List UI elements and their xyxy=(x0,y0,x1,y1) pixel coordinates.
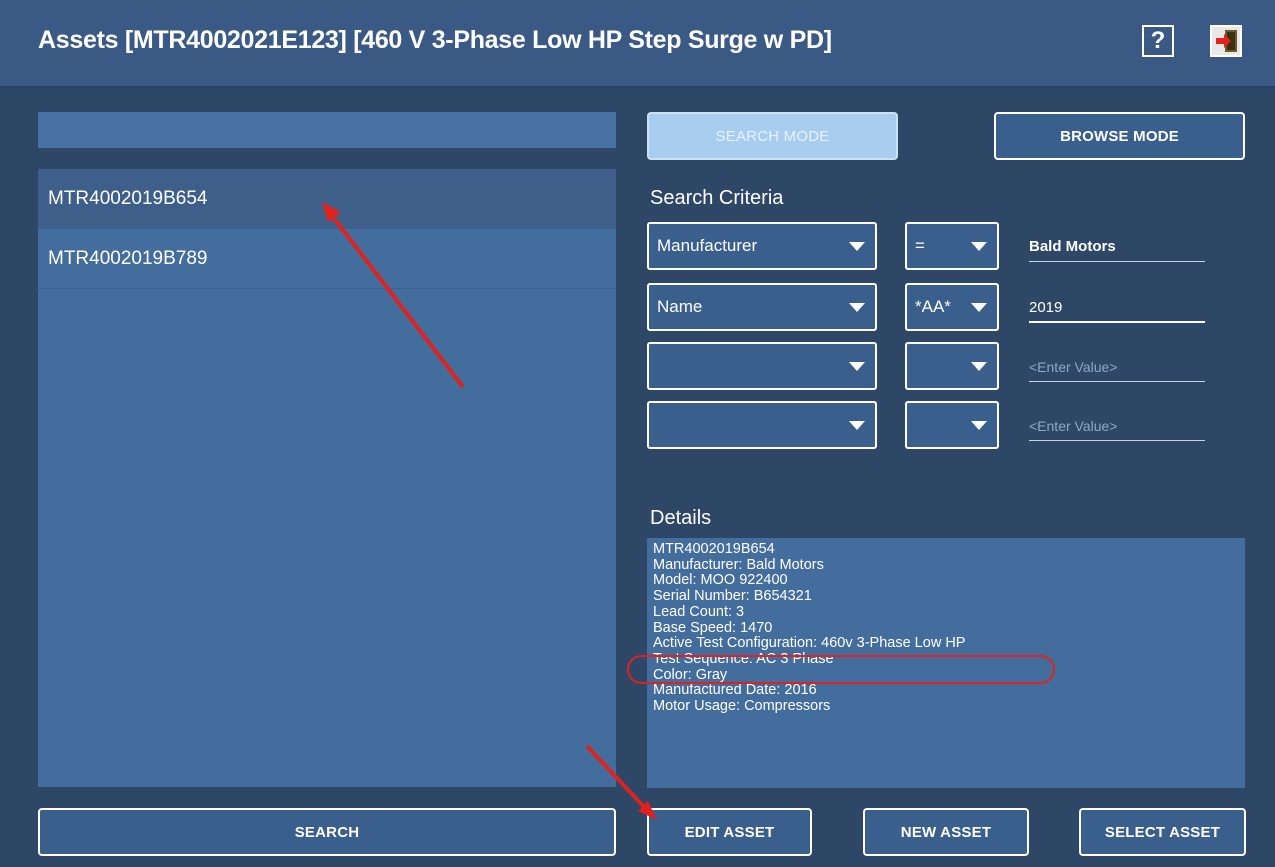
chevron-down-icon xyxy=(849,361,865,371)
criteria-operator-dropdown[interactable] xyxy=(905,342,999,390)
new-asset-button[interactable]: NEW ASSET xyxy=(863,808,1029,856)
chevron-down-icon xyxy=(971,302,987,312)
chevron-down-icon xyxy=(971,241,987,251)
details-line: Manufacturer: Bald Motors xyxy=(653,556,824,573)
help-button[interactable]: ? xyxy=(1142,25,1174,57)
details-line: Serial Number: B654321 xyxy=(653,588,812,605)
chevron-down-icon xyxy=(849,302,865,312)
criteria-field-dropdown[interactable]: Name xyxy=(647,283,877,331)
exit-door-icon xyxy=(1216,30,1237,52)
title-bar: Assets [MTR4002021E123] [460 V 3-Phase L… xyxy=(0,0,1275,88)
search-criteria-heading: Search Criteria xyxy=(650,187,784,209)
select-asset-button[interactable]: SELECT ASSET xyxy=(1079,808,1246,856)
chevron-down-icon xyxy=(971,361,987,371)
criteria-field-dropdown[interactable] xyxy=(647,401,877,449)
details-line: MTR4002019B654 xyxy=(653,541,775,557)
chevron-down-icon xyxy=(849,420,865,430)
chevron-down-icon xyxy=(849,241,865,251)
details-panel: MTR4002019B654 Manufacturer: Bald Motors… xyxy=(647,538,1245,788)
details-line: Active Test Configuration: 460v 3-Phase … xyxy=(653,635,966,652)
list-item[interactable]: MTR4002019B654 xyxy=(38,169,616,229)
criteria-value-input[interactable]: <Enter Value> xyxy=(1029,411,1205,441)
browse-mode-button[interactable]: BROWSE MODE xyxy=(994,112,1245,160)
asset-list: MTR4002019B654 MTR4002019B789 xyxy=(38,169,616,787)
details-line: Test Sequence: AC 3 Phase xyxy=(653,650,834,667)
exit-button[interactable] xyxy=(1210,25,1242,57)
criteria-value-input[interactable]: Bald Motors xyxy=(1029,232,1205,262)
search-button[interactable]: SEARCH xyxy=(38,808,616,856)
criteria-operator-dropdown[interactable]: = xyxy=(905,222,999,270)
details-line: Lead Count: 3 xyxy=(653,603,745,620)
search-input[interactable] xyxy=(38,112,616,148)
list-item[interactable]: MTR4002019B789 xyxy=(38,229,616,289)
details-line: Model: MOO 922400 xyxy=(653,572,788,589)
details-line: Manufactured Date: 2016 xyxy=(653,682,817,699)
edit-asset-button[interactable]: EDIT ASSET xyxy=(647,808,812,856)
chevron-down-icon xyxy=(971,420,987,430)
criteria-operator-dropdown[interactable]: *AA* xyxy=(905,283,999,331)
details-line: Base Speed: 1470 xyxy=(653,619,773,636)
criteria-operator-dropdown[interactable] xyxy=(905,401,999,449)
details-line: Motor Usage: Compressors xyxy=(653,698,831,715)
criteria-value-input[interactable]: 2019 xyxy=(1029,293,1205,323)
criteria-field-dropdown[interactable] xyxy=(647,342,877,390)
criteria-field-dropdown[interactable]: Manufacturer xyxy=(647,222,877,270)
details-heading: Details xyxy=(650,507,712,529)
criteria-value-input[interactable]: <Enter Value> xyxy=(1029,352,1205,382)
search-mode-button[interactable]: SEARCH MODE xyxy=(647,112,898,160)
window-title: Assets [MTR4002021E123] [460 V 3-Phase L… xyxy=(38,26,832,54)
help-icon: ? xyxy=(1150,27,1166,54)
details-line: Color: Gray xyxy=(653,666,728,683)
